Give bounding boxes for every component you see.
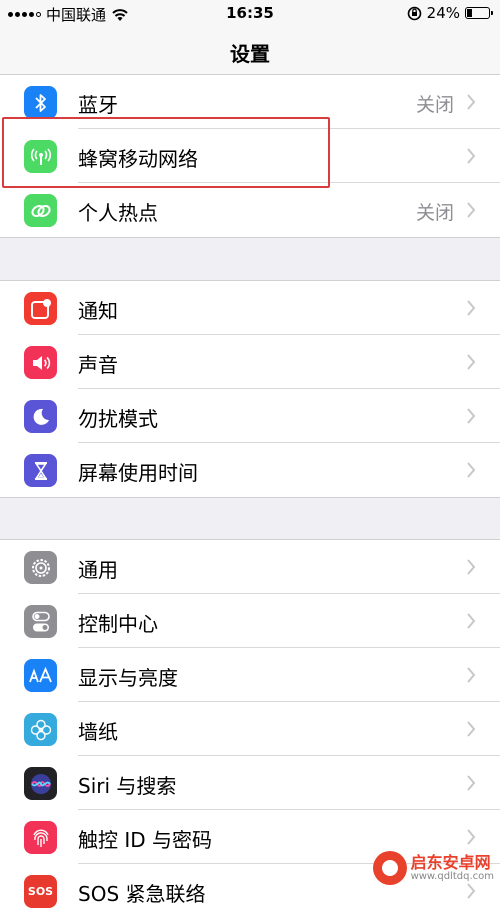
settings-row-display[interactable]: 显示与亮度: [0, 648, 500, 702]
settings-row-label: 个人热点: [78, 197, 158, 226]
settings-row-wallpaper[interactable]: 墙纸: [0, 702, 500, 756]
chevron-right-icon: [466, 407, 476, 425]
notifications-icon: [24, 292, 57, 325]
settings-row-label: 墙纸: [78, 716, 118, 745]
settings-row-sounds[interactable]: 声音: [0, 335, 500, 389]
sound-icon: [24, 346, 57, 379]
settings-row-do-not-disturb[interactable]: 勿扰模式: [0, 389, 500, 443]
settings-row-notifications[interactable]: 通知: [0, 281, 500, 335]
chevron-right-icon: [466, 93, 476, 111]
cellular-icon: [24, 140, 57, 173]
navigation-bar: 设置: [0, 28, 500, 76]
watermark-name: 启东安卓网: [411, 854, 494, 872]
settings-row-cellular[interactable]: 蜂窝移动网络: [0, 129, 500, 183]
chevron-right-icon: [466, 353, 476, 371]
settings-row-value: 关闭: [416, 198, 454, 225]
display-icon: [24, 659, 57, 692]
toggles-icon: [24, 605, 57, 638]
settings-row-screen-time[interactable]: 屏幕使用时间: [0, 443, 500, 497]
settings-row-label: 控制中心: [78, 608, 158, 637]
settings-row-label: 通知: [78, 295, 118, 324]
wallpaper-icon: [24, 713, 57, 746]
watermark-text: 启东安卓网 www.qdltdq.com: [411, 854, 494, 883]
gear-icon: [24, 551, 57, 584]
watermark-logo-icon: [373, 851, 407, 885]
chevron-right-icon: [466, 828, 476, 846]
settings-row-label: 蓝牙: [78, 89, 118, 118]
settings-row-bluetooth[interactable]: 蓝牙 关闭: [0, 75, 500, 129]
chevron-right-icon: [466, 666, 476, 684]
chevron-right-icon: [466, 720, 476, 738]
watermark: 启东安卓网 www.qdltdq.com: [373, 851, 494, 885]
chevron-right-icon: [466, 558, 476, 576]
chevron-right-icon: [466, 201, 476, 219]
settings-row-hotspot[interactable]: 个人热点 关闭: [0, 183, 500, 237]
settings-row-label: 屏幕使用时间: [78, 457, 198, 486]
hourglass-icon: [24, 454, 57, 487]
settings-row-general[interactable]: 通用: [0, 540, 500, 594]
chevron-right-icon: [466, 612, 476, 630]
watermark-url: www.qdltdq.com: [411, 871, 494, 882]
settings-row-label: 勿扰模式: [78, 403, 158, 432]
settings-row-label: SOS 紧急联络: [78, 878, 206, 907]
settings-row-label: 触控 ID 与密码: [78, 824, 212, 853]
battery-fill: [467, 9, 472, 17]
battery-area: 24%: [407, 4, 490, 22]
settings-row-label: 蜂窝移动网络: [78, 143, 198, 172]
battery-icon: [465, 7, 490, 19]
chevron-right-icon: [466, 299, 476, 317]
chevron-right-icon: [466, 774, 476, 792]
settings-row-control-center[interactable]: 控制中心: [0, 594, 500, 648]
settings-row-label: Siri 与搜索: [78, 770, 176, 799]
status-bar: 中国联通 16:35 24%: [0, 0, 500, 28]
rotation-lock-icon: [407, 6, 422, 21]
chevron-right-icon: [466, 461, 476, 479]
hotspot-icon: [24, 194, 57, 227]
siri-icon: [24, 767, 57, 800]
page-title: 设置: [0, 38, 500, 67]
settings-row-siri[interactable]: Siri 与搜索: [0, 756, 500, 810]
moon-icon: [24, 400, 57, 433]
settings-row-label: 声音: [78, 349, 118, 378]
settings-row-label: 通用: [78, 554, 118, 583]
bluetooth-icon: [24, 86, 57, 119]
chevron-right-icon: [466, 147, 476, 165]
fingerprint-icon: [24, 821, 57, 854]
settings-row-label: 显示与亮度: [78, 662, 178, 691]
settings-group-connectivity: 蓝牙 关闭 蜂窝移动网络 个人热点 关闭: [0, 74, 500, 238]
battery-percent: 24%: [427, 4, 460, 22]
settings-row-value: 关闭: [416, 90, 454, 117]
sos-icon: SOS: [24, 875, 57, 908]
settings-group-notifications: 通知 声音 勿扰模式 屏: [0, 280, 500, 498]
